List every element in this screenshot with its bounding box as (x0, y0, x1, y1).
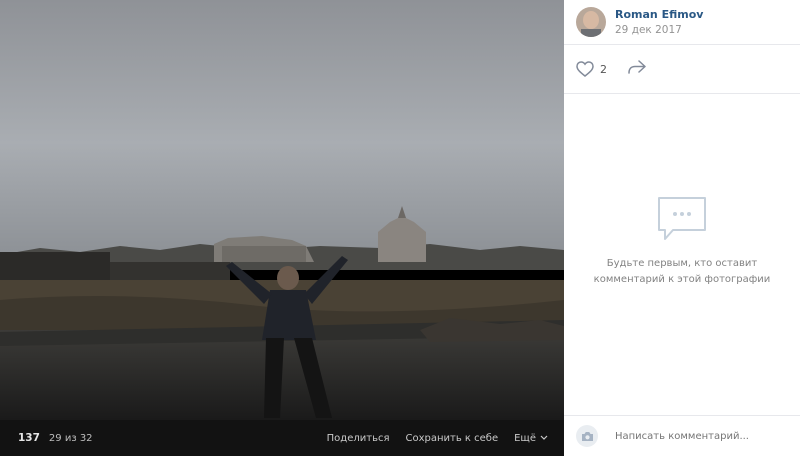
more-label: Ещё (514, 432, 536, 444)
save-to-self-link[interactable]: Сохранить к себе (405, 433, 498, 444)
like-button[interactable]: 2 (576, 61, 607, 77)
photo-bottom-bar: 137 29 из 32 Поделиться Сохранить к себе… (0, 420, 564, 456)
photo[interactable] (0, 0, 564, 420)
views-count: 137 (18, 432, 40, 444)
comment-input[interactable] (613, 429, 777, 443)
chevron-down-icon (540, 435, 548, 440)
author-name[interactable]: Roman Efimov (615, 8, 703, 21)
empty-line-1: Будьте первым, кто оставит (606, 258, 758, 269)
share-arrow-icon (628, 60, 646, 74)
share-link[interactable]: Поделиться (327, 433, 390, 444)
likes-count: 2 (600, 62, 607, 76)
post-date[interactable]: 29 дек 2017 (615, 24, 703, 36)
author-text: Roman Efimov 29 дек 2017 (615, 8, 703, 36)
photo-pane: 137 29 из 32 Поделиться Сохранить к себе… (0, 0, 564, 456)
comment-bubble-icon (658, 197, 706, 240)
reactions-bar: 2 (564, 45, 800, 94)
photo-image (0, 0, 564, 420)
photo-viewer: 137 29 из 32 Поделиться Сохранить к себе… (0, 0, 800, 456)
photo-counter: 29 из 32 (48, 432, 93, 444)
camera-icon (581, 431, 593, 441)
attach-photo-button[interactable] (576, 425, 598, 447)
more-menu[interactable]: Ещё (514, 433, 548, 444)
avatar[interactable] (576, 7, 606, 37)
side-panel: Roman Efimov 29 дек 2017 2 Будьте первым… (564, 0, 800, 456)
avatar-image (576, 7, 606, 37)
empty-line-2: комментарий к этой фотографии (593, 274, 771, 285)
comment-composer (564, 415, 800, 456)
heart-icon (576, 61, 594, 77)
comments-empty-state: Будьте первым, кто оставит комментарий к… (564, 196, 800, 288)
empty-message: Будьте первым, кто оставит комментарий к… (564, 256, 800, 288)
author-header: Roman Efimov 29 дек 2017 (564, 0, 800, 45)
share-button[interactable] (627, 59, 647, 79)
